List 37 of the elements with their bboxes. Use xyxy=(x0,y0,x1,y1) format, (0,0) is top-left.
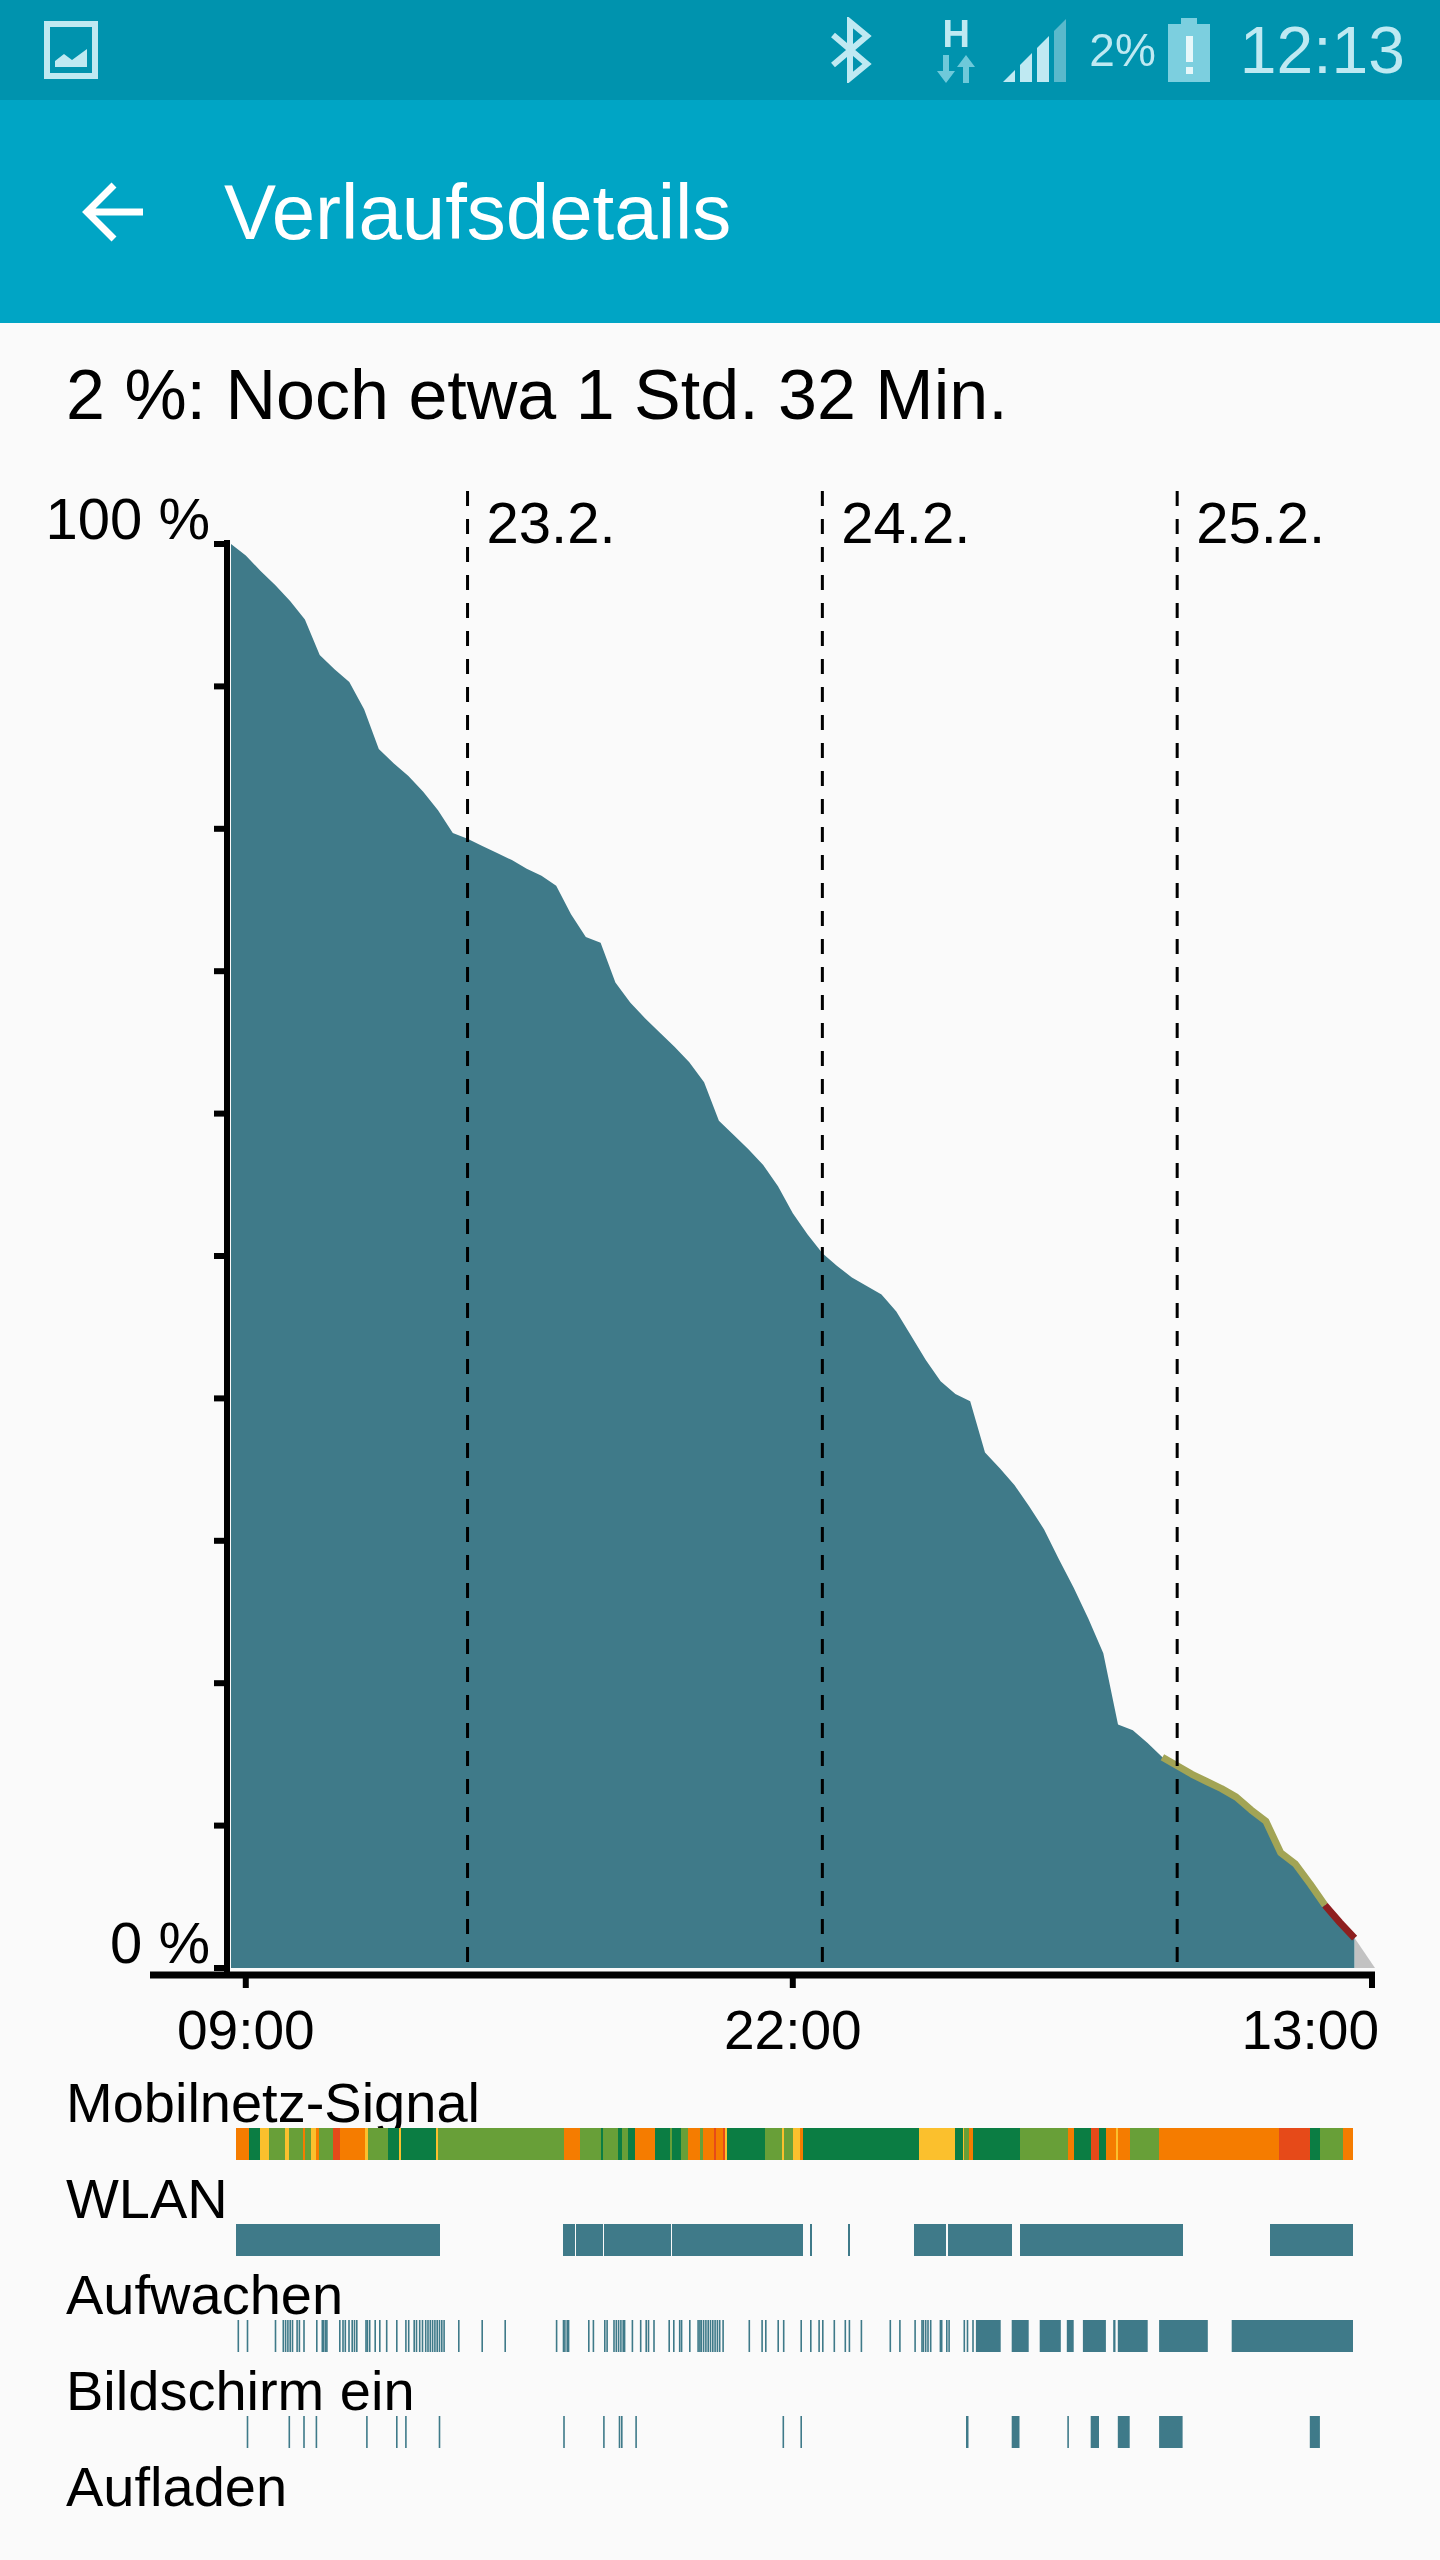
screen-on-bar xyxy=(315,2416,318,2448)
date-label: 24.2. xyxy=(841,490,971,555)
screen-on-bar xyxy=(1090,2416,1099,2448)
track-label: Bildschirm ein xyxy=(66,2366,415,2416)
x-axis-label: 22:00 xyxy=(723,1999,862,2060)
date-label: 25.2. xyxy=(1196,490,1326,555)
screen-on-bar xyxy=(1011,2416,1020,2448)
image-notification-icon xyxy=(44,21,98,79)
screen-on-bar xyxy=(782,2416,785,2448)
screen-on-bar xyxy=(438,2416,441,2448)
screen-title: Verlaufsdetails xyxy=(224,166,732,257)
y-axis-label: 0 % xyxy=(110,1910,210,1975)
back-arrow-icon xyxy=(81,180,145,243)
battery-percent: 2% xyxy=(1089,25,1156,75)
screen-on-bar xyxy=(1159,2416,1183,2448)
x-axis-label: 13:00 xyxy=(1241,1999,1380,2060)
wifi-on-bar xyxy=(948,2224,1012,2256)
y-axis-label: 100 % xyxy=(45,486,210,551)
signal-strength-icon xyxy=(1003,18,1068,82)
screen-on-bar xyxy=(1309,2416,1320,2448)
network-type-label: H xyxy=(942,17,971,51)
screen-on-bar xyxy=(288,2416,291,2448)
data-transfer-arrows-icon xyxy=(935,55,978,83)
track-label: Aufwachen xyxy=(66,2270,344,2320)
track-label: Mobilnetz-Signal xyxy=(66,2078,480,2128)
date-label: 23.2. xyxy=(486,490,616,555)
screen-on-bar xyxy=(246,2416,249,2448)
track-label: WLAN xyxy=(66,2174,228,2224)
track-label: Aufladen xyxy=(66,2462,288,2512)
wifi-on-bar xyxy=(914,2224,946,2256)
clock: 12:13 xyxy=(1239,12,1405,88)
battery-warning-icon xyxy=(1167,18,1210,82)
critical-battery-line xyxy=(1322,1903,1358,1941)
screen-on-bar xyxy=(966,2416,969,2448)
battery-remaining-text: 2 %: Noch etwa 1 Std. 32 Min. xyxy=(66,355,1008,436)
screen-on-bar xyxy=(1117,2416,1130,2448)
x-axis-label: 09:00 xyxy=(176,1999,315,2060)
